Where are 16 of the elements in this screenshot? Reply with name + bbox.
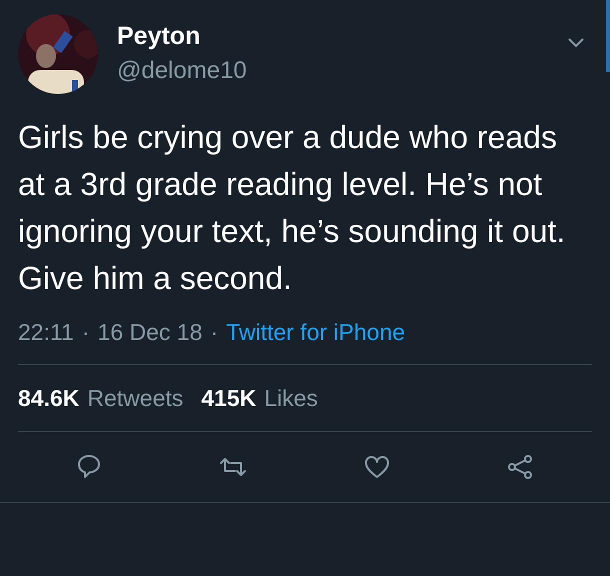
heart-icon[interactable]: [362, 453, 391, 481]
stat-label: Retweets: [87, 384, 184, 413]
chevron-icon[interactable]: [568, 38, 584, 48]
share-icon[interactable]: [506, 453, 534, 481]
stat-count: 415K: [201, 384, 256, 413]
tweet-date: 16 Dec 18: [98, 318, 202, 347]
separator-dot: ·: [210, 318, 218, 347]
stat-label: Likes: [264, 384, 318, 413]
separator-dot: ·: [82, 318, 90, 347]
tweet-text: Girls be crying over a dude who reads at a 3rd grade reading level. He’s not ignoring your text, he’s sounding it out. Give him a second.: [18, 118, 566, 298]
scrollbar: [606, 0, 610, 72]
tweet-time: 22:11: [18, 318, 74, 347]
stat-count: 84.6K: [18, 384, 80, 413]
author-handle: @delome10: [117, 56, 248, 86]
author-name: Peyton: [117, 21, 202, 52]
source-link[interactable]: Twitter for iPhone: [226, 316, 406, 348]
